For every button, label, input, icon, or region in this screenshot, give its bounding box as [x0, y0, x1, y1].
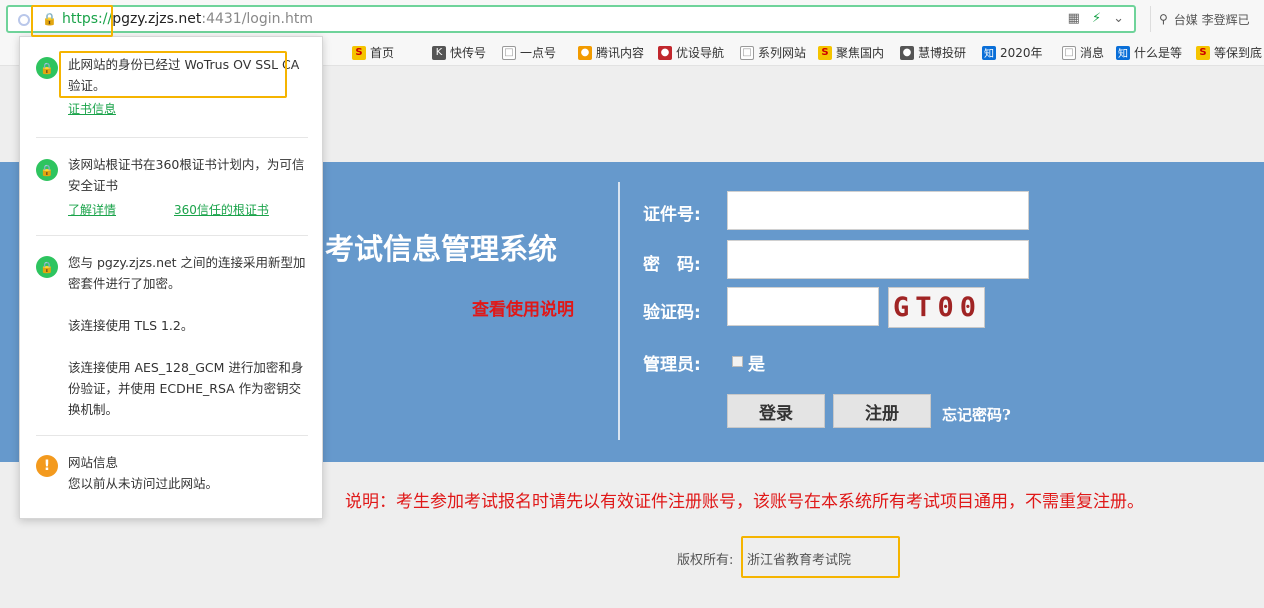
lock-icon: 🔒 [36, 159, 58, 181]
document-icon: □ [1062, 45, 1076, 60]
separator [36, 137, 308, 138]
bookmark-item[interactable]: ● 腾讯内容 [578, 44, 644, 61]
bookmark-item[interactable]: S 聚焦国内 [818, 44, 884, 61]
login-button[interactable]: 登录 [727, 394, 825, 428]
lock-icon: 🔒 [36, 57, 58, 79]
root-cert-text: 该网站根证书在360根证书计划内，为可信安全证书 [68, 157, 305, 193]
bookmark-item[interactable]: ● 慧博投研 [900, 44, 966, 61]
identity-text: 此网站的身份已经过 WoTrus OV SSL CA 验证。 [68, 57, 300, 93]
registration-notice: 说明：考生参加考试报名时请先以有效证件注册账号，该账号在本系统所有考试项目通用，… [345, 492, 1144, 512]
bookmark-s-icon: S [1196, 45, 1210, 60]
security-popup: 🔒 此网站的身份已经过 WoTrus OV SSL CA 验证。 证书信息 🔒 … [19, 36, 323, 519]
warning-icon: ! [36, 455, 58, 477]
copyright-value: 浙江省教育考试院 [747, 553, 852, 568]
bookmark-item[interactable]: ● 优设导航 [658, 44, 724, 61]
lock-icon: 🔒 [36, 256, 58, 278]
learn-more-link[interactable]: 了解详情 [68, 201, 116, 218]
tls-text: 该连接使用 TLS 1.2。 [68, 318, 194, 333]
bookmark-item[interactable]: 知 2020年 [982, 44, 1043, 61]
admin-option-label: 是 [748, 355, 765, 375]
zhihu-icon: 知 [982, 45, 996, 60]
divider [618, 182, 620, 440]
bookmark-s-icon: S [818, 45, 832, 60]
bookmark-r-icon: ● [658, 45, 672, 60]
captcha-image[interactable]: GT00 [888, 287, 985, 328]
captcha-label: 验证码: [643, 303, 701, 323]
connection-text: 您与 pgzy.zjzs.net 之间的连接采用新型加密套件进行了加密。 [68, 255, 306, 291]
bookmark-k-icon: K [432, 45, 446, 60]
admin-checkbox[interactable] [732, 356, 743, 367]
bookmark-c-icon: ● [578, 45, 592, 60]
register-button[interactable]: 注册 [833, 394, 931, 428]
bookmark-item[interactable]: □ 一点号 [502, 44, 556, 61]
search-icon: ⚲ [1159, 12, 1168, 26]
site-info-text: 您以前从未访问过此网站。 [68, 476, 219, 491]
password-input[interactable] [727, 240, 1029, 279]
page-icon [18, 14, 30, 26]
address-bar[interactable]: 🔒 https://pgzy.zjzs.net:4431/login.htm ▦… [6, 5, 1136, 33]
copyright-label: 版权所有: [677, 553, 734, 568]
lock-icon[interactable]: 🔒 [42, 12, 57, 26]
bookmark-item[interactable]: □ 系列网站 [740, 44, 806, 61]
separator [36, 435, 308, 436]
cert-info-link[interactable]: 证书信息 [68, 100, 116, 117]
document-icon: □ [740, 45, 754, 60]
bookmark-k-icon: ● [900, 45, 914, 60]
forgot-password-link[interactable]: 忘记密码? [942, 404, 1011, 425]
chevron-down-icon[interactable]: ⌄ [1113, 11, 1124, 26]
id-label: 证件号: [643, 205, 701, 225]
bookmark-s-icon: S [352, 45, 366, 60]
page-title: 考试信息管理系统 [325, 232, 558, 266]
help-link[interactable]: 查看使用说明 [472, 295, 574, 320]
separator [36, 235, 308, 236]
site-info-title: 网站信息 [68, 455, 119, 470]
document-icon: □ [502, 45, 516, 60]
url-text[interactable]: https://pgzy.zjzs.net:4431/login.htm [62, 11, 313, 27]
bookmark-item[interactable]: S 等保到底 [1196, 44, 1262, 61]
bookmark-item[interactable]: 知什么是等 [1116, 44, 1182, 61]
bookmark-item[interactable]: □ 消息 [1062, 44, 1104, 61]
password-label: 密 码: [643, 255, 701, 275]
qr-code-icon[interactable]: ▦ [1068, 11, 1080, 26]
browser-toolbar: 🔒 https://pgzy.zjzs.net:4431/login.htm ▦… [0, 0, 1264, 38]
lightning-icon[interactable]: ⚡ [1092, 11, 1101, 26]
address-bar-actions: ▦ ⚡ ⌄ [1068, 11, 1124, 26]
id-input[interactable] [727, 191, 1029, 230]
search-box[interactable]: ⚲ 台媒 李登辉已 [1150, 6, 1264, 32]
cipher-text: 该连接使用 AES_128_GCM 进行加密和身份验证，并使用 ECDHE_RS… [68, 360, 304, 417]
bookmark-item[interactable]: K 快传号 [432, 44, 486, 61]
zhihu-icon: 知 [1116, 45, 1130, 60]
search-suggestion: 台媒 李登辉已 [1173, 12, 1250, 27]
captcha-input[interactable] [727, 287, 879, 326]
trusted-roots-link[interactable]: 360信任的根证书 [174, 201, 269, 218]
bookmark-item[interactable]: S 首页 [352, 44, 394, 61]
admin-label: 管理员: [643, 355, 701, 375]
